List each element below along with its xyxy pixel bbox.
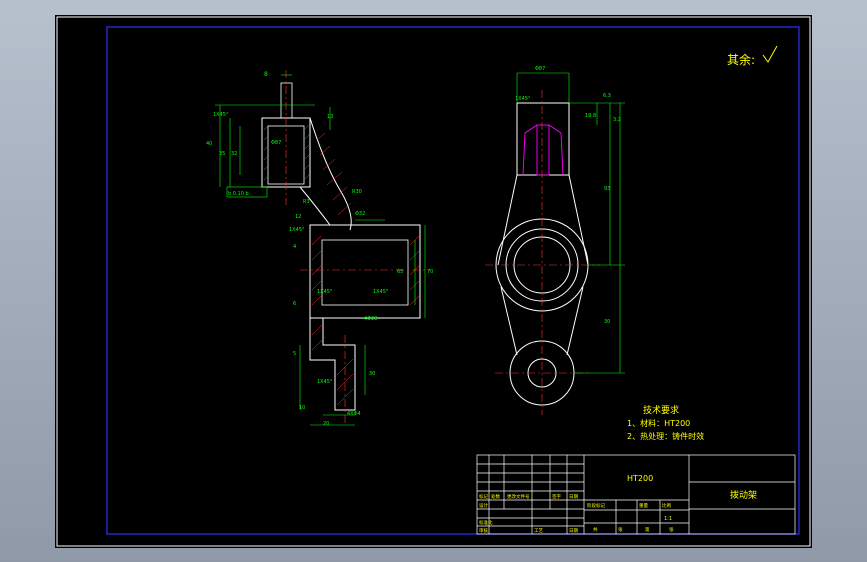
outer-frame — [56, 16, 811, 547]
dim-5: 5 — [293, 351, 296, 357]
dim-93: 93 — [604, 186, 610, 192]
dim-r3: R3 — [303, 199, 310, 205]
roughness-symbol-icon — [762, 45, 778, 63]
dim-chamfer-5: 1X45° — [317, 379, 333, 385]
sheet-total: 共 — [593, 526, 598, 533]
dim-height-35: 35 — [219, 151, 225, 157]
dim-10: 10 — [299, 405, 305, 411]
dim-top-slot: 8 — [264, 71, 268, 78]
row-design: 设计 — [479, 502, 488, 509]
stage-mark: 阶段标记 — [587, 502, 605, 509]
cad-drawing: 其余: 8 1X45° Φ87 40 35 32 13 b 0.10 b R30… — [56, 16, 811, 547]
dim-3-2: 3.2 — [613, 117, 621, 123]
row-review: 审核 — [479, 527, 488, 534]
dim-dia32: Φ32 — [355, 211, 365, 217]
roughness-note: 其余: — [727, 52, 755, 67]
sheet-no: 第 — [645, 526, 650, 533]
dim-chamfer-2: 1X45° — [289, 227, 305, 233]
dim-top-width: Φ87 — [535, 66, 545, 72]
dim-height-13: 13 — [327, 114, 333, 120]
dim-12: 12 — [295, 214, 301, 220]
row-process: 工艺 — [534, 528, 543, 534]
dim-chamfer-1: 1X45° — [213, 112, 229, 118]
dim-19-8: 19.8 — [585, 113, 596, 119]
hdr-sign: 签字 — [552, 493, 561, 500]
section-view: 8 1X45° Φ87 40 35 32 13 b 0.10 b R30 R3 … — [206, 70, 433, 427]
sheet-unit-2: 张 — [669, 526, 674, 533]
dim-30: 30 — [369, 371, 375, 377]
hdr-mark: 标记 — [479, 493, 488, 500]
cad-drawing-canvas: 其余: 8 1X45° Φ87 40 35 32 13 b 0.10 b R30… — [55, 15, 812, 548]
stage-weight: 重量 — [639, 502, 648, 509]
dim-bottom: 4XΦ4 — [347, 411, 361, 417]
dim-6-3: 6.3 — [603, 93, 611, 99]
dim-65: 65 — [397, 269, 403, 275]
stage-scale: 比例 — [662, 502, 671, 509]
dim-chamfer-4: 1X45° — [373, 289, 389, 295]
dim-70: 70 — [427, 269, 433, 275]
front-view: Φ87 1X45° 6.3 19.8 3.2 93 30 — [485, 66, 625, 415]
dim-6: 6 — [293, 301, 296, 307]
material-label: HT200 — [627, 474, 653, 483]
dim-height-40: 40 — [206, 141, 212, 147]
dim-r28: 4Φ28 — [364, 316, 377, 322]
dim-hole-dia: Φ87 — [271, 140, 281, 146]
dim-height-32: 32 — [231, 151, 237, 157]
tech-req-item-1: 1、材料：HT200 — [627, 418, 690, 428]
hdr-date: 日期 — [569, 494, 578, 500]
inner-border — [106, 26, 800, 535]
dim-4: 4 — [293, 244, 296, 250]
scale-value: 1:1 — [664, 516, 672, 522]
row-std: 标准化 — [479, 519, 493, 526]
dim-20: 20 — [323, 421, 329, 427]
dim-tolerance: b 0.10 b — [228, 191, 249, 197]
dim-chamfer-6: 1X45° — [515, 96, 531, 102]
hdr-count: 处数 — [491, 493, 500, 500]
dim-30-b: 30 — [604, 319, 610, 325]
sheet-unit-1: 张 — [618, 526, 623, 533]
dim-r30: R30 — [352, 189, 362, 195]
dim-chamfer-3: 1X45° — [317, 289, 333, 295]
row-date: 日期 — [569, 528, 578, 534]
hdr-doc: 更改文件号 — [507, 493, 530, 500]
tech-req-item-2: 2、热处理：铸件时效 — [627, 431, 704, 441]
tech-req-title: 技术要求 — [643, 404, 679, 416]
part-name: 拨动架 — [730, 489, 757, 501]
